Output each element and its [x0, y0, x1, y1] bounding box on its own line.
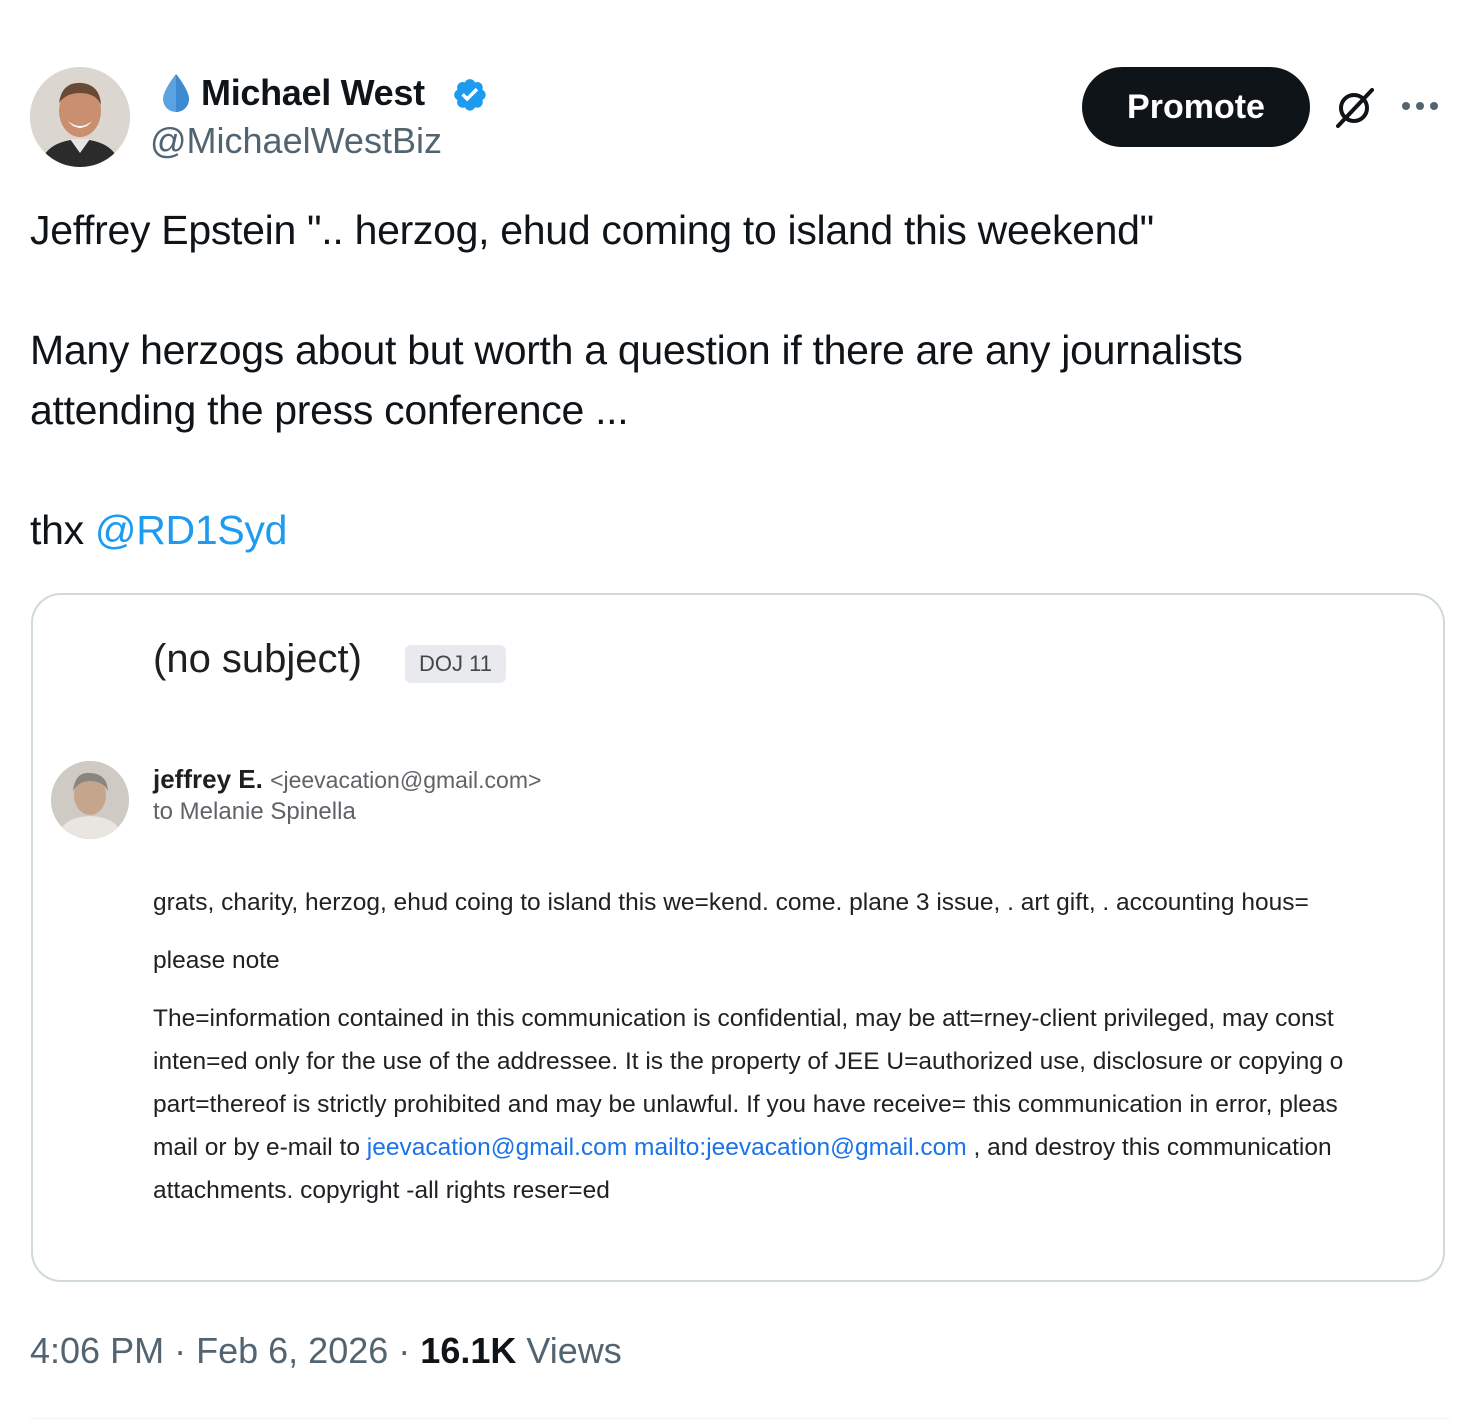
email-text: , and destroy this communication — [973, 1134, 1332, 1161]
email-body-line: mail or by e-mail to jeevacation@gmail.c… — [153, 1126, 1443, 1169]
email-recipient: to Melanie Spinella — [153, 798, 356, 825]
divider — [30, 1418, 1450, 1419]
email-body-line: inten=ed only for the use of the address… — [153, 1048, 1344, 1075]
tweet-meta: 4:06 PM · Feb 6, 2026 · 16.1K Views — [30, 1326, 622, 1376]
author-name[interactable]: Michael West — [201, 72, 425, 114]
grok-icon[interactable] — [1330, 84, 1378, 132]
email-sender-line: jeffrey E. <jeevacation@gmail.com> — [153, 761, 541, 798]
author-avatar[interactable] — [30, 67, 130, 167]
email-body-line: please note — [153, 947, 280, 974]
verified-badge-icon[interactable] — [450, 73, 492, 115]
author-handle[interactable]: @MichaelWestBiz — [150, 120, 442, 162]
tweet-line: Many herzogs about but worth a question … — [30, 327, 1243, 373]
email-link: jeevacation@gmail.com — [366, 1134, 628, 1161]
mention-link[interactable]: @RD1Syd — [95, 507, 288, 553]
views-label: Views — [526, 1330, 622, 1371]
separator: · — [398, 1330, 411, 1371]
email-link: mailto:jeevacation@gmail.com — [634, 1134, 967, 1161]
email-body: grats, charity, herzog, ehud coing to is… — [153, 881, 1443, 1212]
email-subject: (no subject) — [153, 637, 362, 681]
tweet: Michael West @MichaelWestBiz Promote Jef… — [0, 0, 1482, 1428]
email-label-badge: DOJ 11 — [405, 645, 506, 683]
views-count: 16.1K — [420, 1330, 517, 1371]
sender-name: jeffrey E. — [153, 764, 263, 794]
more-icon[interactable] — [1398, 88, 1442, 124]
email-body-line: part=thereof is strictly prohibited and … — [153, 1091, 1338, 1118]
post-time[interactable]: 4:06 PM — [30, 1330, 164, 1371]
tweet-line: Jeffrey Epstein ".. herzog, ehud coming … — [30, 207, 1154, 253]
thanks-text: thx — [30, 507, 84, 553]
tweet-thanks-line: thx @RD1Syd — [30, 500, 1450, 560]
tweet-media-image[interactable]: (no subject) DOJ 11 jeffrey E. <jeevacat… — [31, 593, 1445, 1282]
email-text: mail or by e-mail to — [153, 1134, 360, 1161]
post-date[interactable]: Feb 6, 2026 — [196, 1330, 388, 1371]
separator: · — [174, 1330, 187, 1371]
tweet-line: attending the press conference ... — [30, 387, 629, 433]
water-drop-icon — [163, 74, 189, 112]
email-body-line: grats, charity, herzog, ehud coing to is… — [153, 889, 1309, 916]
tweet-text: Jeffrey Epstein ".. herzog, ehud coming … — [30, 200, 1450, 560]
sender-email: <jeevacation@gmail.com> — [270, 767, 542, 793]
promote-button[interactable]: Promote — [1082, 67, 1310, 147]
sender-avatar — [51, 761, 129, 839]
email-body-line: The=information contained in this commun… — [153, 1005, 1334, 1032]
email-body-line: attachments. copyright -all rights reser… — [153, 1177, 610, 1204]
